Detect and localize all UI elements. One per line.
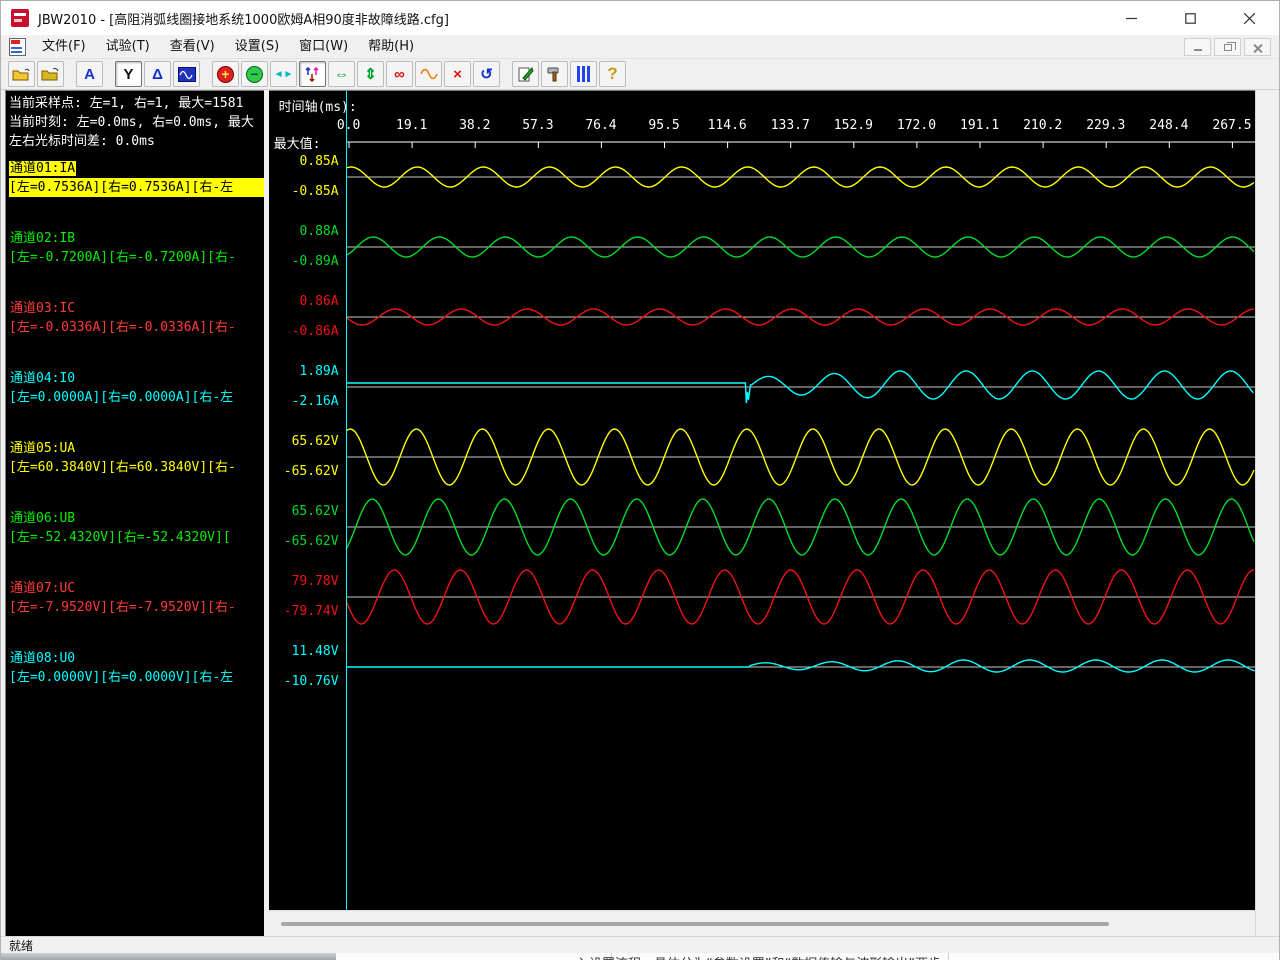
document-system-icon[interactable] bbox=[9, 38, 26, 56]
wye-connection-button[interactable]: Y bbox=[115, 61, 142, 87]
channel-info-U0: 通道08:U0[左=0.0000V][右=0.0000V][右-左 bbox=[9, 649, 264, 687]
mdi-minimize-button[interactable] bbox=[1184, 38, 1211, 56]
channel-label-UC[interactable]: 通道07:UC bbox=[9, 579, 264, 598]
channel-info-IC: 通道03:IC[左=-0.0336A][右=-0.0336A][右- bbox=[9, 299, 264, 337]
sine-wave-icon bbox=[420, 68, 438, 80]
maximize-button[interactable] bbox=[1161, 1, 1220, 35]
sample-info: 当前采样点: 左=1, 右=1, 最大=1581 当前时刻: 左=0.0ms, … bbox=[6, 91, 264, 151]
channel-values-U0: [左=0.0000V][右=0.0000V][右-左 bbox=[9, 668, 264, 687]
mdi-minimize-icon bbox=[1194, 49, 1202, 51]
zoom-in-icon: + bbox=[217, 66, 234, 83]
tools-button[interactable] bbox=[541, 61, 568, 87]
report-edit-button[interactable] bbox=[512, 61, 539, 87]
title-bar: JBW2010 - [高阻消弧线圈接地系统1000欧姆A相90度非故障线路.cf… bbox=[1, 1, 1279, 35]
menu-bar: 文件(F) 试验(T) 查看(V) 设置(S) 窗口(W) 帮助(H) bbox=[1, 35, 1279, 59]
open-file-alt-button[interactable] bbox=[37, 61, 64, 87]
channel-values-UA: [左=60.3840V][右=60.3840V][右- bbox=[9, 458, 264, 477]
scrollbar-thumb[interactable] bbox=[281, 922, 1109, 926]
toolbar: A Y Δ + − ◄► ⇔ ⇕ ∞ × ↺ bbox=[1, 59, 1279, 90]
minimize-icon bbox=[1126, 13, 1137, 24]
edit-pen-icon bbox=[518, 66, 534, 82]
status-bar: 就绪 bbox=[1, 936, 1279, 953]
menu-setting[interactable]: 设置(S) bbox=[225, 36, 289, 58]
close-button[interactable] bbox=[1220, 1, 1279, 35]
channel-values-IC: [左=-0.0336A][右=-0.0336A][右- bbox=[9, 318, 264, 337]
channel-info-UB: 通道06:UB[左=-52.4320V][右=-52.4320V][ bbox=[9, 509, 264, 547]
data-list-button[interactable] bbox=[570, 61, 597, 87]
mdi-close-icon bbox=[1253, 43, 1262, 52]
mdi-restore-button[interactable] bbox=[1214, 38, 1241, 56]
channel-label-UA[interactable]: 通道05:UA bbox=[9, 439, 264, 458]
app-window: JBW2010 - [高阻消弧线圈接地系统1000欧姆A相90度非故障线路.cf… bbox=[0, 0, 1280, 960]
undo-button[interactable]: ↺ bbox=[473, 61, 500, 87]
app-icon[interactable] bbox=[11, 9, 29, 27]
mdi-close-button[interactable] bbox=[1244, 38, 1271, 56]
channel-label-I0[interactable]: 通道04:I0 bbox=[9, 369, 264, 388]
channel-values-UB: [左=-52.4320V][右=-52.4320V][ bbox=[9, 528, 264, 547]
minimize-button[interactable] bbox=[1102, 1, 1161, 35]
close-icon bbox=[1244, 13, 1255, 24]
channel-label-IC[interactable]: 通道03:IC bbox=[9, 299, 264, 318]
maximize-icon bbox=[1185, 13, 1196, 24]
help-button[interactable]: ? bbox=[599, 61, 626, 87]
waveform-window-button[interactable] bbox=[173, 61, 200, 87]
info-line-cursor-diff: 左右光标时间差: 0.0ms bbox=[9, 132, 264, 151]
zoom-out-icon: − bbox=[246, 66, 263, 83]
font-settings-button[interactable]: A bbox=[76, 61, 103, 87]
window-title: JBW2010 - [高阻消弧线圈接地系统1000欧姆A相90度非故障线路.cf… bbox=[38, 9, 449, 28]
expand-horizontal-button[interactable]: ⇔ bbox=[328, 61, 355, 87]
channel-values-IB: [左=-0.7200A][右=-0.7200A][右- bbox=[9, 248, 264, 267]
expand-vertical-button[interactable]: ⇕ bbox=[357, 61, 384, 87]
mdi-restore-icon bbox=[1224, 44, 1232, 51]
time-zoom-out-button[interactable]: − bbox=[241, 61, 268, 87]
open-folder-icon bbox=[12, 67, 31, 82]
menu-view[interactable]: 查看(V) bbox=[160, 36, 225, 58]
open-file-button[interactable] bbox=[8, 61, 35, 87]
time-zoom-in-button[interactable]: + bbox=[212, 61, 239, 87]
info-line-sample-points: 当前采样点: 左=1, 右=1, 最大=1581 bbox=[9, 94, 264, 113]
overlay-waves-button[interactable]: ∞ bbox=[386, 61, 413, 87]
info-line-current-time: 当前时刻: 左=0.0ms, 右=0.0ms, 最大 bbox=[9, 113, 264, 132]
channel-info-I0: 通道04:I0[左=0.0000A][右=0.0000A][右-左 bbox=[9, 369, 264, 407]
channel-values-UC: [左=-7.9520V][右=-7.9520V][右- bbox=[9, 598, 264, 617]
status-text: 就绪 bbox=[9, 937, 33, 954]
channel-label-UB[interactable]: 通道06:UB bbox=[9, 509, 264, 528]
open-folder-alt-icon bbox=[41, 67, 60, 82]
waveform-U0 bbox=[346, 660, 1255, 672]
delta-connection-button[interactable]: Δ bbox=[144, 61, 171, 87]
waveform-svg[interactable] bbox=[269, 91, 1255, 911]
background-window-text: 入设置流程，具体分为“参数设置”和“数据传输与波形输出”两步 bbox=[576, 953, 941, 960]
content-area: 当前采样点: 左=1, 右=1, 最大=1581 当前时刻: 左=0.0ms, … bbox=[1, 90, 1279, 936]
channel-info-panel: 当前采样点: 左=1, 右=1, 最大=1581 当前时刻: 左=0.0ms, … bbox=[5, 90, 264, 936]
channel-info-IB: 通道02:IB[左=-0.7200A][右=-0.7200A][右- bbox=[9, 229, 264, 267]
delete-wave-button[interactable]: × bbox=[444, 61, 471, 87]
channel-values-IA: [左=0.7536A][右=0.7536A][右-左 bbox=[9, 178, 264, 197]
menu-file[interactable]: 文件(F) bbox=[32, 36, 96, 58]
menu-test[interactable]: 试验(T) bbox=[96, 36, 160, 58]
window-right-edge bbox=[1255, 90, 1279, 936]
taskbar-fragment bbox=[1, 953, 336, 960]
menu-window[interactable]: 窗口(W) bbox=[289, 36, 358, 58]
mdi-window-controls bbox=[1184, 38, 1271, 56]
cursor-arrows-icon bbox=[304, 66, 321, 83]
channel-info-IA: 通道01:IA[左=0.7536A][右=0.7536A][右-左 bbox=[9, 159, 264, 197]
waveform-screen-icon bbox=[178, 67, 196, 82]
single-wave-button[interactable] bbox=[415, 61, 442, 87]
channel-values-I0: [左=0.0000A][右=0.0000A][右-左 bbox=[9, 388, 264, 407]
menu-help[interactable]: 帮助(H) bbox=[358, 36, 424, 58]
channel-info-UA: 通道05:UA[左=60.3840V][右=60.3840V][右- bbox=[9, 439, 264, 477]
channel-label-IA[interactable]: 通道01:IA bbox=[9, 159, 264, 178]
data-bars-icon bbox=[577, 66, 590, 82]
background-window-border bbox=[948, 953, 949, 960]
compress-horizontal-button[interactable]: ◄► bbox=[270, 61, 297, 87]
background-window-strip: 入设置流程，具体分为“参数设置”和“数据传输与波形输出”两步 bbox=[1, 953, 1279, 960]
channel-label-U0[interactable]: 通道08:U0 bbox=[9, 649, 264, 668]
channel-info-UC: 通道07:UC[左=-7.9520V][右=-7.9520V][右- bbox=[9, 579, 264, 617]
cursor-arrows-button[interactable] bbox=[299, 61, 326, 87]
channel-label-IB[interactable]: 通道02:IB bbox=[9, 229, 264, 248]
horizontal-scrollbar[interactable] bbox=[269, 910, 1255, 936]
waveform-panel[interactable]: 时间轴(ms): 最大值: 0.019.138.257.376.495.5114… bbox=[269, 90, 1255, 936]
hammer-icon bbox=[546, 66, 563, 82]
